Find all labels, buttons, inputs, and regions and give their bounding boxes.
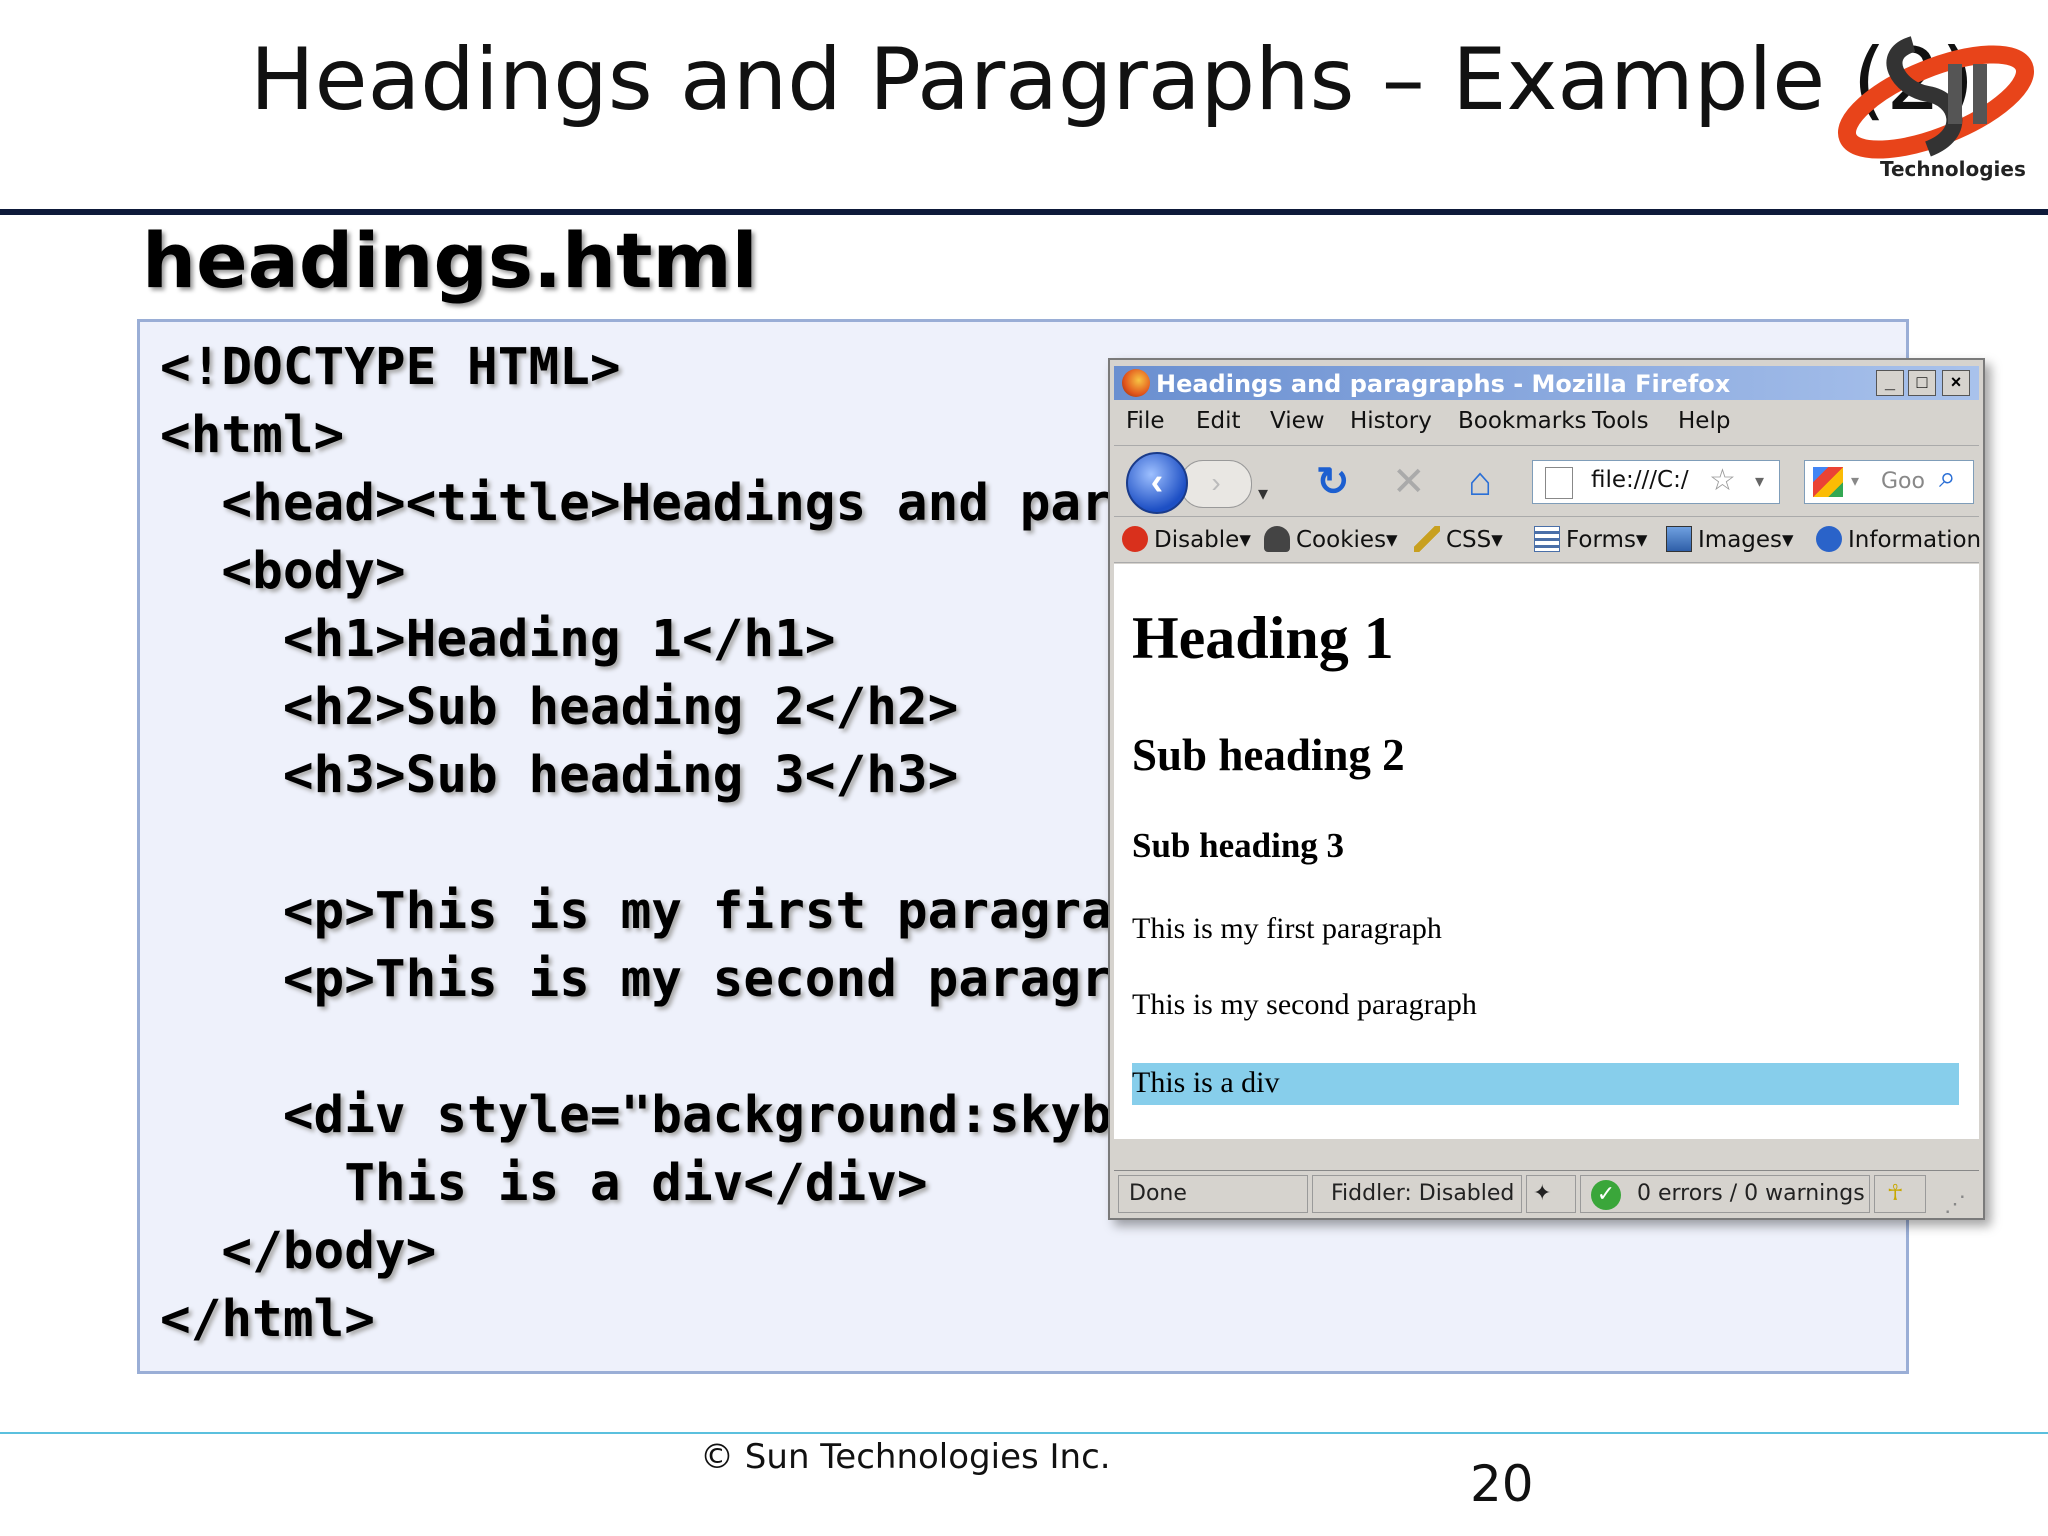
search-engine-dropdown-icon[interactable]: ▾ (1851, 471, 1859, 491)
cookies-icon (1264, 526, 1290, 552)
images-label: Images (1698, 527, 1783, 553)
code-line: This is a div</div> (160, 1154, 928, 1213)
home-icon[interactable]: ⌂ (1468, 460, 1492, 504)
menu-help[interactable]: Help (1678, 408, 1730, 434)
logo-text: Technologies (1880, 157, 2026, 181)
css-icon (1414, 526, 1440, 552)
forms-icon (1534, 526, 1560, 552)
code-line: <body> (160, 542, 406, 601)
code-line: <h2>Sub heading 2</h2> (160, 678, 959, 737)
history-dropdown-icon[interactable]: ▾ (1258, 472, 1268, 516)
rendered-paragraph-1: This is my first paragraph (1132, 912, 1442, 945)
reload-icon[interactable]: ↻ (1316, 460, 1350, 504)
code-line: <div style="background:skyb (160, 1086, 1112, 1145)
search-bar[interactable]: ▾ Goo ⌕ (1804, 460, 1974, 504)
window-title: Headings and paragraphs - Mozilla Firefo… (1156, 370, 1731, 398)
css-label: CSS (1446, 527, 1492, 553)
code-line: </body> (160, 1222, 437, 1281)
disable-menu[interactable]: Disable▾ (1122, 526, 1251, 553)
cookies-label: Cookies (1296, 527, 1387, 553)
disable-icon (1122, 526, 1148, 552)
sun-technologies-logo: Technologies (1818, 24, 2040, 184)
slide-title: Headings and Paragraphs – Example (2) (250, 30, 1975, 130)
validation-status[interactable]: ✓ 0 errors / 0 warnings (1580, 1175, 1870, 1213)
search-icon[interactable]: ⌕ (1939, 461, 1956, 495)
rendered-heading-1: Heading 1 (1132, 605, 1394, 671)
file-heading: headings.html (142, 216, 758, 305)
code-line: <h3>Sub heading 3</h3> (160, 746, 959, 805)
logo-graphic: Technologies (1838, 36, 2034, 181)
web-developer-toolbar: Disable▾ Cookies▾ CSS▾ Forms▾ Images▾ In… (1114, 518, 1981, 563)
menu-edit[interactable]: Edit (1196, 408, 1241, 434)
maximize-button[interactable]: □ (1908, 370, 1936, 396)
url-dropdown-icon[interactable]: ▾ (1755, 471, 1764, 492)
status-bar: Done Fiddler: Disabled ✦ ✓ 0 errors / 0 … (1114, 1170, 1979, 1217)
menu-bookmarks[interactable]: Bookmarks (1458, 408, 1587, 434)
code-line: <html> (160, 406, 345, 465)
rendered-div-text: This is a div (1132, 1066, 1280, 1099)
images-menu[interactable]: Images▾ (1666, 526, 1794, 553)
rendered-heading-2: Sub heading 2 (1132, 730, 1405, 780)
check-icon: ✓ (1591, 1180, 1621, 1210)
menu-tools[interactable]: Tools (1592, 408, 1649, 434)
code-line: <!DOCTYPE HTML> (160, 338, 621, 397)
code-line: </html> (160, 1290, 375, 1349)
resize-grip-icon[interactable]: ⋰ (1944, 1191, 1966, 1217)
code-line: <p>This is my first paragra (160, 882, 1112, 941)
menu-bar: File Edit View History Bookmarks Tools H… (1114, 402, 1979, 442)
navigation-toolbar: › ‹ ▾ ↻ ✕ ⌂ file:///C:/ ☆ ▾ ▾ Goo ⌕ (1114, 445, 1979, 517)
window-titlebar[interactable]: Headings and paragraphs - Mozilla Firefo… (1114, 366, 1979, 400)
images-icon (1666, 526, 1692, 552)
page-icon (1545, 467, 1573, 499)
menu-history[interactable]: History (1350, 408, 1432, 434)
rendered-heading-3: Sub heading 3 (1132, 826, 1345, 865)
url-bar[interactable]: file:///C:/ ☆ ▾ (1532, 460, 1780, 504)
stop-icon[interactable]: ✕ (1392, 460, 1426, 504)
title-divider (0, 209, 2048, 215)
information-menu[interactable]: Information (1816, 526, 1981, 553)
information-label: Information (1848, 527, 1982, 553)
google-icon[interactable] (1813, 467, 1843, 497)
url-text: file:///C:/ (1591, 467, 1689, 493)
ankh-icon[interactable]: ☥ (1874, 1175, 1926, 1213)
page-number: 20 (1470, 1455, 1534, 1513)
errors-warnings-text: 0 errors / 0 warnings (1637, 1181, 1865, 1206)
information-icon (1816, 526, 1842, 552)
forms-menu[interactable]: Forms▾ (1534, 526, 1647, 553)
close-button[interactable]: × (1942, 370, 1970, 396)
back-button[interactable]: ‹ (1126, 452, 1188, 514)
minimize-button[interactable]: _ (1876, 370, 1904, 396)
firefox-window: Headings and paragraphs - Mozilla Firefo… (1108, 358, 1985, 1220)
css-menu[interactable]: CSS▾ (1414, 526, 1503, 553)
code-line: <head><title>Headings and par (160, 474, 1112, 533)
page-content: Heading 1 Sub heading 2 Sub heading 3 Th… (1114, 564, 1979, 1139)
status-done: Done (1118, 1175, 1308, 1213)
menu-view[interactable]: View (1270, 408, 1325, 434)
code-line: <h1>Heading 1</h1> (160, 610, 836, 669)
fiddler-status[interactable]: Fiddler: Disabled (1312, 1175, 1522, 1213)
disable-label: Disable (1154, 527, 1240, 553)
bookmark-star-icon[interactable]: ☆ (1709, 463, 1736, 498)
footer-divider (0, 1432, 2048, 1434)
code-line: <p>This is my second paragr (160, 950, 1112, 1009)
forms-label: Forms (1566, 527, 1636, 553)
forward-button[interactable]: › (1180, 460, 1252, 508)
menu-file[interactable]: File (1126, 408, 1165, 434)
firefox-icon (1122, 369, 1150, 397)
rendered-paragraph-2: This is my second paragraph (1132, 988, 1477, 1021)
search-input[interactable]: Goo (1881, 469, 1925, 494)
rendered-skyblue-div: This is a div (1132, 1063, 1959, 1105)
cookies-menu[interactable]: Cookies▾ (1264, 526, 1398, 553)
footer-copyright: © Sun Technologies Inc. (700, 1437, 1111, 1477)
addon-icon[interactable]: ✦ (1526, 1175, 1576, 1213)
